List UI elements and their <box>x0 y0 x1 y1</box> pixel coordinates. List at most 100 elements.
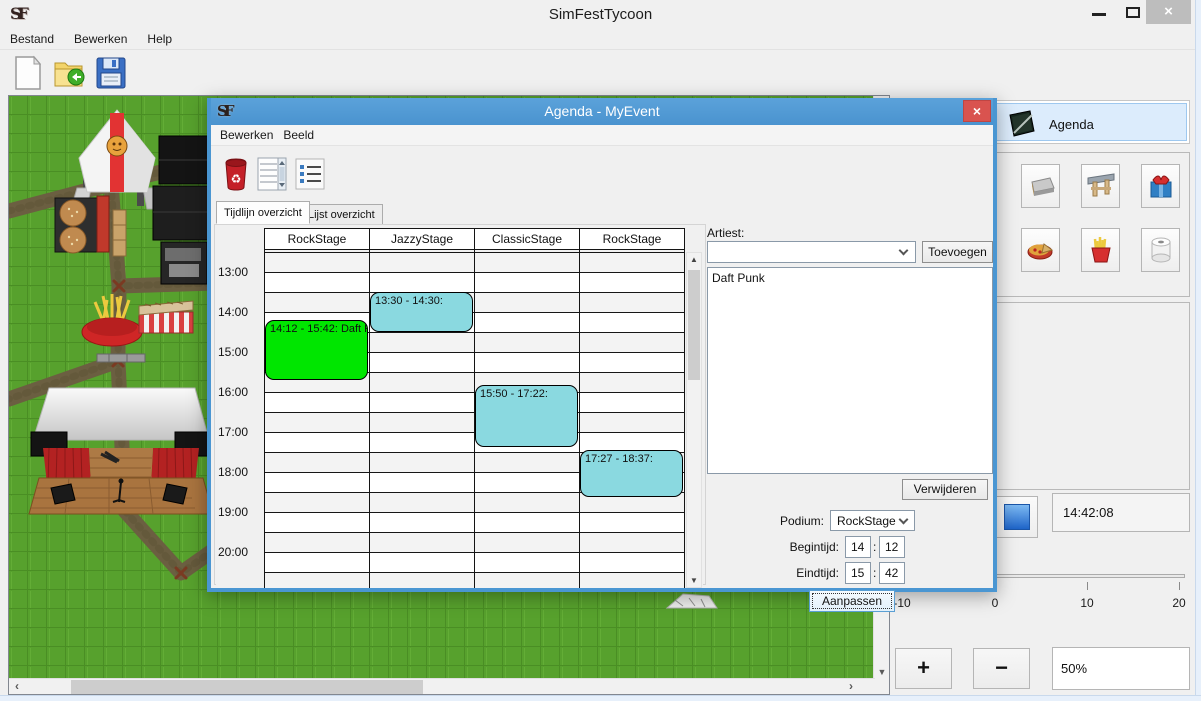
add-artist-button[interactable]: Toevoegen <box>922 241 993 263</box>
slider-tick <box>1087 582 1088 590</box>
dialog-menu-bewerken[interactable]: Bewerken <box>211 125 281 142</box>
menu-help[interactable]: Help <box>137 28 182 46</box>
schedule-grid: ▲ ▼ RockStageJazzyStageClassicStageRockS… <box>216 228 703 588</box>
scroll-up-icon[interactable]: ▲ <box>687 255 701 264</box>
schedule-event[interactable]: 17:27 - 18:37: <box>580 450 683 497</box>
shop-button-toilet-paper[interactable] <box>1141 228 1180 272</box>
main-menubar: BestandBewerkenHelp <box>0 28 1201 50</box>
menu-bestand[interactable]: Bestand <box>0 28 64 46</box>
bar-table[interactable] <box>113 210 126 256</box>
maximize-button[interactable] <box>1126 7 1140 18</box>
dialog-close-button[interactable]: × <box>963 100 991 122</box>
market-stall[interactable] <box>139 301 193 333</box>
list-view-button[interactable] <box>293 155 327 193</box>
schedule-event[interactable]: 15:50 - 17:22: <box>475 385 578 446</box>
slider-tick <box>1179 582 1180 590</box>
schedule-scrollbar[interactable]: ▲ ▼ <box>686 252 702 588</box>
apply-button[interactable]: Aanpassen <box>809 590 895 612</box>
zoom-out-button[interactable]: − <box>973 648 1030 689</box>
shop-button-road-tile[interactable] <box>1021 164 1060 208</box>
window-right-border <box>1195 0 1201 701</box>
grid-line <box>264 250 265 588</box>
time-label: 13:00 <box>218 265 248 279</box>
scrollbar-thumb[interactable] <box>688 270 700 380</box>
scroll-right-icon[interactable]: › <box>843 679 859 695</box>
fries-icon <box>1088 236 1114 264</box>
menu-bewerken[interactable]: Bewerken <box>64 28 137 46</box>
time-colon: : <box>873 566 876 580</box>
delete-trash-button[interactable]: ♻ <box>219 155 253 193</box>
slider-tick-label: 0 <box>992 596 999 610</box>
shop-icon-grid <box>1021 164 1181 274</box>
dialog-body: BewerkenBeeld ♻ <box>211 125 993 588</box>
main-toolbar <box>0 50 1201 95</box>
shop-button-fries[interactable] <box>1081 228 1120 272</box>
column-header: RockStage <box>579 228 685 250</box>
agenda-dialog: SF Agenda - MyEvent × BewerkenBeeld ♻ <box>207 98 997 592</box>
artist-list-item[interactable]: Daft Punk <box>708 268 992 286</box>
window-titlebar: SF SimFestTycoon × <box>0 0 1201 28</box>
gift-icon <box>1147 172 1175 200</box>
shop-button-stage-kit[interactable] <box>1081 164 1120 208</box>
new-file-icon <box>12 55 44 91</box>
begin-min-field[interactable]: 12 <box>879 536 905 558</box>
shop-button-pizza[interactable] <box>1021 228 1060 272</box>
speed-slider-scale: -1001020 <box>897 596 1197 612</box>
tab-lijst-overzicht[interactable]: Lijst overzicht <box>301 204 383 226</box>
end-hour-field[interactable]: 15 <box>845 562 871 584</box>
minimize-button[interactable] <box>1092 13 1106 16</box>
stage-kit-icon <box>1086 172 1116 200</box>
open-file-button[interactable] <box>52 55 88 91</box>
save-file-icon <box>94 55 128 91</box>
scrollbar-thumb[interactable] <box>71 680 423 694</box>
toilet-paper-icon <box>1148 236 1174 264</box>
open-file-icon <box>52 55 88 91</box>
tab-tijdlijn-overzicht[interactable]: Tijdlijn overzicht <box>216 201 310 224</box>
trash-icon: ♻ <box>222 157 250 191</box>
agenda-book-icon <box>1006 109 1038 139</box>
time-label: 16:00 <box>218 385 248 399</box>
save-file-button[interactable] <box>94 55 130 91</box>
schedule-event[interactable]: 13:30 - 14:30: <box>370 292 473 332</box>
new-file-button[interactable] <box>12 55 48 91</box>
burger-stand[interactable] <box>55 196 109 253</box>
zoom-in-button[interactable]: + <box>895 648 952 689</box>
scroll-left-icon[interactable]: ‹ <box>9 679 25 695</box>
end-min-field[interactable]: 42 <box>879 562 905 584</box>
timeline-view-icon <box>257 156 287 192</box>
play-pause-button[interactable] <box>996 496 1038 538</box>
chevron-down-icon <box>899 515 909 525</box>
chevron-down-icon <box>899 246 909 256</box>
artist-list: Daft Punk <box>707 267 993 474</box>
time-label: 14:00 <box>218 305 248 319</box>
time-label: 20:00 <box>218 545 248 559</box>
dialog-titlebar[interactable]: SF Agenda - MyEvent × <box>211 98 993 125</box>
artist-combobox[interactable] <box>707 241 916 263</box>
podium-combobox[interactable]: RockStage <box>830 510 915 531</box>
schedule-event[interactable]: 14:12 - 15:42: Daft Punk <box>265 320 368 380</box>
svg-text:♻: ♻ <box>231 172 242 186</box>
main-stage[interactable] <box>29 388 213 514</box>
dialog-menu-beeld[interactable]: Beeld <box>281 125 322 142</box>
begin-hour-field[interactable]: 14 <box>845 536 871 558</box>
scroll-down-icon[interactable]: ▼ <box>687 576 701 585</box>
timeline-tabpage: ▲ ▼ RockStageJazzyStageClassicStageRockS… <box>214 224 706 585</box>
game-clock: 14:42:08 <box>1052 493 1190 532</box>
slider-tick-label: 20 <box>1172 596 1185 610</box>
list-view-icon <box>295 158 325 190</box>
time-label: 19:00 <box>218 505 248 519</box>
map-horizontal-scrollbar[interactable]: ‹ › <box>9 678 875 694</box>
column-header: JazzyStage <box>369 228 475 250</box>
timeline-view-button[interactable] <box>255 155 289 193</box>
shop-button-gift[interactable] <box>1141 164 1180 208</box>
window-title: SimFestTycoon <box>0 6 1201 23</box>
eindtijd-label: Eindtijd: <box>767 566 839 580</box>
zoom-level: 50% <box>1052 647 1190 690</box>
play-icon <box>1004 504 1030 530</box>
remove-artist-button[interactable]: Verwijderen <box>902 479 988 500</box>
scroll-down-icon[interactable]: ▼ <box>874 664 890 680</box>
close-button[interactable]: × <box>1146 0 1191 24</box>
window-bottom-border <box>0 695 1201 701</box>
column-header: ClassicStage <box>474 228 580 250</box>
sound-tower[interactable] <box>153 136 213 284</box>
